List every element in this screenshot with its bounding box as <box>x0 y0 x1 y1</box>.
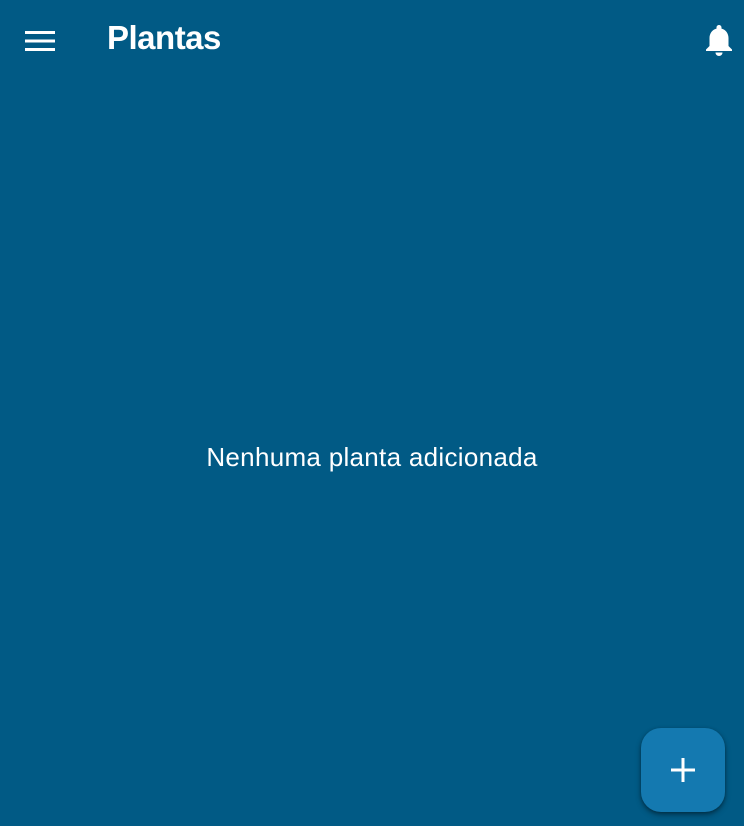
bell-icon <box>706 25 732 56</box>
page-title: Plantas <box>107 19 221 56</box>
app-bar: Plantas <box>0 0 744 82</box>
empty-state-message: Nenhuma planta adicionada <box>206 442 538 472</box>
app-screen: Plantas Nenhuma planta adicionada <box>0 0 744 826</box>
menu-button[interactable] <box>20 23 60 59</box>
notifications-button[interactable] <box>700 22 738 60</box>
add-plant-button[interactable] <box>641 728 725 812</box>
plus-icon <box>671 758 695 782</box>
hamburger-menu-icon <box>25 31 55 51</box>
